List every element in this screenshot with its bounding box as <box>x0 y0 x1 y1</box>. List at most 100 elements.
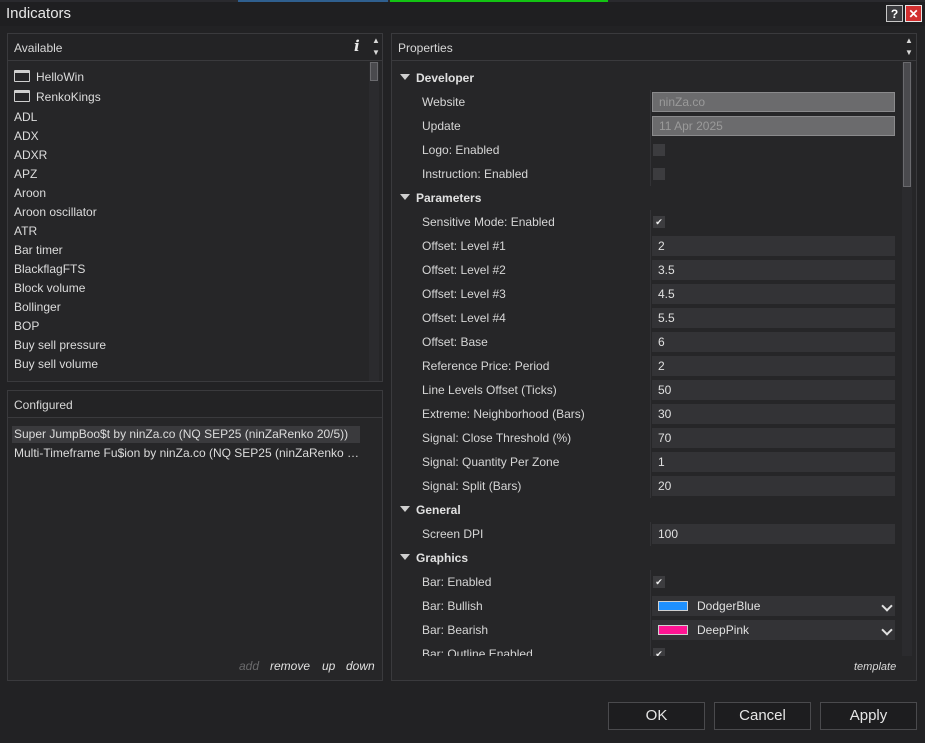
folder-icon <box>14 70 30 82</box>
property-input[interactable]: 20 <box>652 476 895 496</box>
list-item[interactable]: BlackflagFTS <box>14 262 85 276</box>
scroll-down-icon[interactable]: ▼ <box>903 47 915 59</box>
properties-panel: Properties ▲ ▼ Developer Website ninZa.c… <box>391 33 917 681</box>
configured-item[interactable]: Multi-Timeframe Fu$ion by ninZa.co (NQ S… <box>12 445 360 462</box>
cancel-button[interactable]: Cancel <box>714 702 811 730</box>
properties-scroll-thumb[interactable] <box>903 62 911 187</box>
property-input[interactable]: 2 <box>652 236 895 256</box>
property-input[interactable]: 6 <box>652 332 895 352</box>
checkmark-icon: ✔ <box>655 217 663 227</box>
property-input[interactable]: 4.5 <box>652 284 895 304</box>
title-bar: Indicators ? ✕ <box>0 2 925 26</box>
property-row: Line Levels Offset (Ticks) 50 <box>392 378 900 402</box>
list-item[interactable]: APZ <box>14 167 37 181</box>
list-item[interactable]: Block volume <box>14 281 85 295</box>
close-button[interactable]: ✕ <box>905 5 922 22</box>
configured-item[interactable]: Super JumpBoo$t by ninZa.co (NQ SEP25 (n… <box>12 426 360 443</box>
property-row-sensitive-mode: Sensitive Mode: Enabled ✔ <box>392 210 900 234</box>
list-item[interactable]: Buy sell pressure <box>14 338 106 352</box>
color-swatch <box>658 625 688 635</box>
property-row-bar-bullish: Bar: Bullish DodgerBlue <box>392 594 900 618</box>
up-link[interactable]: up <box>322 659 335 673</box>
property-input[interactable]: 30 <box>652 404 895 424</box>
properties-scrollbar[interactable] <box>902 62 912 656</box>
property-row: Signal: Close Threshold (%) 70 <box>392 426 900 450</box>
property-input[interactable]: 5.5 <box>652 308 895 328</box>
color-swatch <box>658 601 688 611</box>
property-row-bar-bearish: Bar: Bearish DeepPink <box>392 618 900 642</box>
property-row: Signal: Split (Bars) 20 <box>392 474 900 498</box>
list-item[interactable]: Bar timer <box>14 243 63 257</box>
window-title: Indicators <box>6 5 72 22</box>
list-item[interactable]: Aroon oscillator <box>14 205 97 219</box>
scroll-up-icon[interactable]: ▲ <box>370 35 382 47</box>
property-row: Offset: Level #4 5.5 <box>392 306 900 330</box>
property-input[interactable]: 70 <box>652 428 895 448</box>
chevron-down-icon[interactable] <box>881 624 893 636</box>
available-panel: Available i ▲ ▼ HelloWin RenkoKings ADL … <box>7 33 383 382</box>
property-row: Extreme: Neighborhood (Bars) 30 <box>392 402 900 426</box>
property-row-instruction: Instruction: Enabled <box>392 162 900 186</box>
property-row: Offset: Level #1 2 <box>392 234 900 258</box>
available-scrollbar[interactable] <box>369 62 379 381</box>
bar-bullish-dropdown[interactable]: DodgerBlue <box>652 596 895 616</box>
bar-enabled-checkbox[interactable]: ✔ <box>653 576 665 588</box>
website-field: ninZa.co <box>652 92 895 112</box>
property-input[interactable]: 3.5 <box>652 260 895 280</box>
list-item[interactable]: ADXR <box>14 148 47 162</box>
list-item[interactable]: Aroon <box>14 186 46 200</box>
help-button[interactable]: ? <box>886 5 903 22</box>
collapse-arrow-icon[interactable] <box>400 506 410 512</box>
scroll-up-icon[interactable]: ▲ <box>903 35 915 47</box>
list-item[interactable]: ADL <box>14 110 37 124</box>
bar-bearish-dropdown[interactable]: DeepPink <box>652 620 895 640</box>
ok-button[interactable]: OK <box>608 702 705 730</box>
list-item[interactable]: Bollinger <box>14 300 61 314</box>
instruction-checkbox[interactable] <box>653 168 665 180</box>
property-row-update: Update 11 Apr 2025 <box>392 114 900 138</box>
remove-link[interactable]: remove <box>270 659 310 673</box>
list-item[interactable]: Buy sell volume <box>14 357 98 371</box>
bar-outline-checkbox[interactable]: ✔ <box>653 648 665 656</box>
category-developer[interactable]: Developer <box>392 66 900 90</box>
property-input[interactable]: 1 <box>652 452 895 472</box>
logo-checkbox[interactable] <box>653 144 665 156</box>
property-row: Offset: Level #2 3.5 <box>392 258 900 282</box>
add-link[interactable]: add <box>239 659 259 673</box>
list-item[interactable]: ADX <box>14 129 39 143</box>
property-row: Offset: Level #3 4.5 <box>392 282 900 306</box>
property-row: Reference Price: Period 2 <box>392 354 900 378</box>
folder-icon <box>14 90 30 102</box>
available-spinner[interactable]: ▲ ▼ <box>370 35 382 59</box>
apply-button[interactable]: Apply <box>820 702 917 730</box>
property-row-screen-dpi: Screen DPI 100 <box>392 522 900 546</box>
collapse-arrow-icon[interactable] <box>400 74 410 80</box>
chevron-down-icon[interactable] <box>881 600 893 612</box>
sensitive-mode-checkbox[interactable]: ✔ <box>653 216 665 228</box>
property-row-bar-outline: Bar: Outline Enabled ✔ <box>392 642 900 656</box>
list-item[interactable]: ATR <box>14 224 37 238</box>
update-field: 11 Apr 2025 <box>652 116 895 136</box>
category-graphics[interactable]: Graphics <box>392 546 900 570</box>
property-grid: Developer Website ninZa.co Update 11 Apr… <box>392 34 902 656</box>
template-link[interactable]: template <box>854 661 896 673</box>
property-input[interactable]: 50 <box>652 380 895 400</box>
folder-item[interactable]: HelloWin <box>14 70 84 84</box>
scroll-down-icon[interactable]: ▼ <box>370 47 382 59</box>
configured-title: Configured <box>14 398 73 412</box>
property-row-logo: Logo: Enabled <box>392 138 900 162</box>
property-row: Signal: Quantity Per Zone 1 <box>392 450 900 474</box>
info-icon[interactable]: i <box>354 37 360 55</box>
available-scroll-thumb[interactable] <box>370 62 378 81</box>
folder-item[interactable]: RenkoKings <box>14 90 101 104</box>
screen-dpi-input[interactable]: 100 <box>652 524 895 544</box>
collapse-arrow-icon[interactable] <box>400 194 410 200</box>
list-item[interactable]: BOP <box>14 319 39 333</box>
property-input[interactable]: 2 <box>652 356 895 376</box>
collapse-arrow-icon[interactable] <box>400 554 410 560</box>
category-general[interactable]: General <box>392 498 900 522</box>
properties-spinner[interactable]: ▲ ▼ <box>903 35 915 59</box>
down-link[interactable]: down <box>346 659 375 673</box>
checkmark-icon: ✔ <box>655 649 663 656</box>
category-parameters[interactable]: Parameters <box>392 186 900 210</box>
